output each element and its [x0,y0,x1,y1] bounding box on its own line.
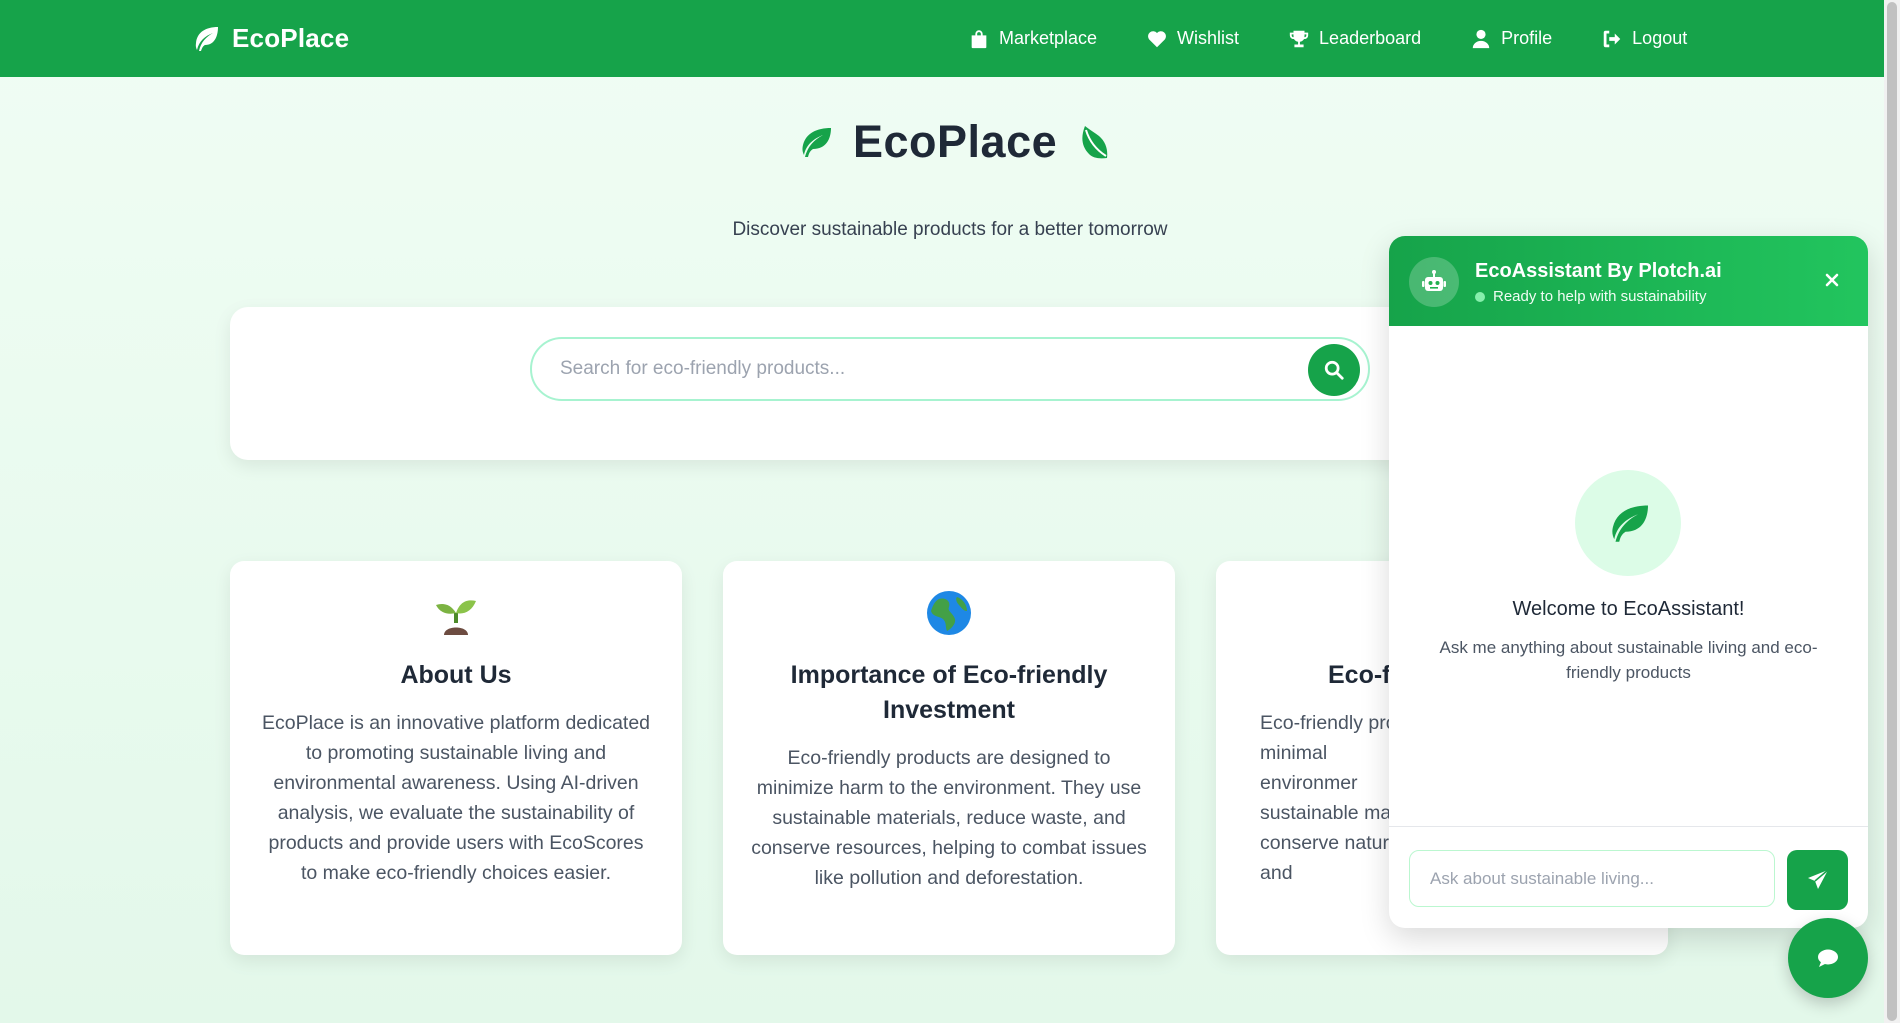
nav-link-leaderboard[interactable]: Leaderboard [1288,28,1421,50]
chat-title: EcoAssistant By Plotch.ai [1475,260,1722,282]
trophy-icon [1289,30,1309,47]
leaf-icon [1082,126,1108,159]
globe-icon [927,591,971,635]
close-icon [1825,273,1839,287]
nav-link-logout[interactable]: Logout [1601,28,1687,50]
nav-links: Marketplace Wishlist Leaderboard Profile [968,0,1736,77]
search-input[interactable] [560,339,1300,399]
chat-status: Ready to help with sustainability [1475,288,1706,305]
chat-panel: EcoAssistant By Plotch.ai Ready to help … [1389,236,1868,928]
shopping-bag-icon [971,29,987,48]
search-box [530,337,1370,401]
nav-link-label: Logout [1632,28,1688,48]
navbar: EcoPlace Marketplace Wishlist Leaderboar… [0,0,1900,77]
page-scrollbar[interactable] [1884,0,1900,1023]
leaf-icon [802,128,831,157]
info-card-about: About Us EcoPlace is an innovative platf… [230,561,682,955]
close-chat-button[interactable] [1818,266,1846,294]
chat-footer [1389,826,1868,928]
scrollbar-thumb[interactable] [1887,2,1897,1021]
send-icon [1807,869,1828,889]
bot-avatar [1409,257,1459,307]
welcome-text: Ask me anything about sustainable living… [1439,638,1818,682]
leaf-icon [1612,505,1648,542]
chat-toggle-button[interactable] [1788,918,1868,998]
robot-icon [1422,270,1446,291]
leaf-icon [195,26,218,51]
send-button[interactable] [1787,850,1848,910]
nav-link-label: Profile [1501,28,1553,48]
chat-status-text: Ready to help with sustainability [1493,288,1707,305]
chat-body: Welcome to EcoAssistant! Ask me anything… [1389,326,1868,826]
nav-link-label: Leaderboard [1319,28,1422,48]
card-text: Eco-friendly products are designed to mi… [751,747,1147,889]
user-icon [1472,29,1490,48]
brand-logo[interactable]: EcoPlace [190,0,349,77]
hero-heading: EcoPlace [853,116,1058,167]
welcome-title: Welcome to EcoAssistant! [1512,598,1745,620]
card-text: EcoPlace is an innovative platform dedic… [261,712,651,884]
heart-icon [1148,30,1166,47]
status-dot [1475,291,1485,302]
brand-name: EcoPlace [232,23,350,53]
chat-input[interactable] [1409,850,1775,907]
info-card-importance: Importance of Eco-friendly Investment Ec… [723,561,1175,955]
nav-link-wishlist[interactable]: Wishlist [1146,28,1239,50]
card-title: About Us [400,661,512,689]
nav-link-label: Wishlist [1177,28,1240,48]
chat-header: EcoAssistant By Plotch.ai Ready to help … [1389,236,1868,326]
hero-subtitle: Discover sustainable products for a bett… [732,219,1168,240]
seedling-icon [436,600,476,635]
welcome-icon [1575,470,1681,576]
chat-bubble-icon [1818,949,1838,967]
search-button[interactable] [1308,344,1360,396]
nav-link-label: Marketplace [999,28,1098,48]
logout-icon [1603,30,1621,47]
card-title: Importance of Eco-friendly Investment [790,661,1108,724]
nav-link-marketplace[interactable]: Marketplace [968,28,1097,50]
search-icon [1324,360,1344,380]
nav-link-profile[interactable]: Profile [1470,28,1552,50]
